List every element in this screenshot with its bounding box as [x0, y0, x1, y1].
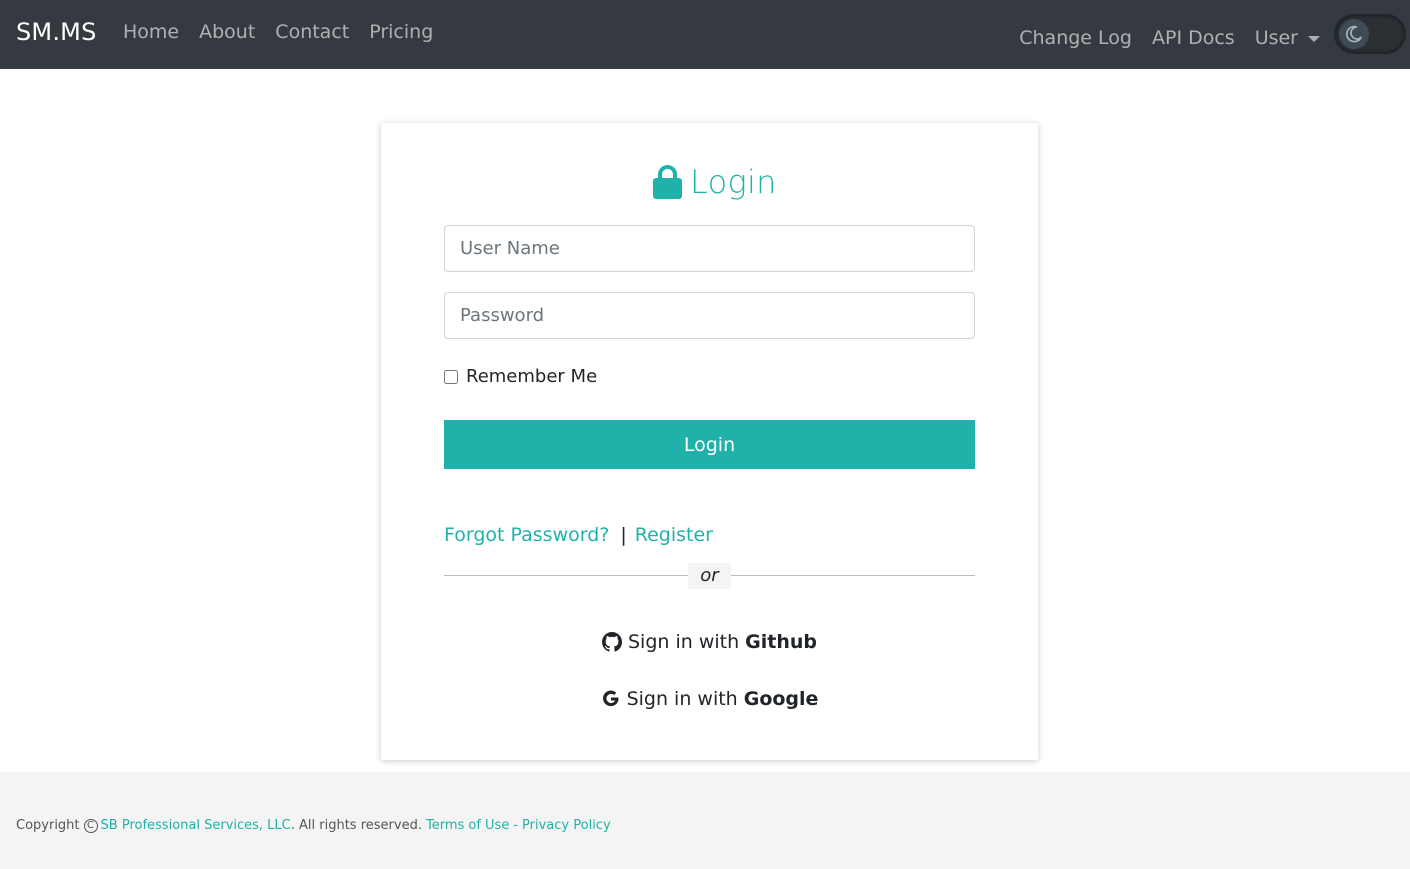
github-icon: [602, 632, 622, 652]
nav-api-docs-link[interactable]: API Docs: [1152, 27, 1235, 49]
nav-about-link[interactable]: About: [199, 21, 255, 43]
toggle-knob: [1339, 19, 1369, 49]
footer-copyright: Copyright C SB Professional Services, LL…: [16, 818, 611, 833]
theme-toggle-switch[interactable]: [1334, 14, 1406, 54]
google-icon: [602, 690, 619, 707]
footer-dash: -: [513, 818, 519, 833]
remember-me-label: Remember Me: [466, 366, 598, 387]
username-input[interactable]: [444, 225, 975, 272]
login-button[interactable]: Login: [444, 420, 975, 469]
user-dropdown-label: User: [1254, 26, 1298, 49]
nav-changelog-link[interactable]: Change Log: [1019, 27, 1132, 49]
nav-left-links: Home About Contact Pricing: [123, 21, 453, 43]
github-signin-button[interactable]: Sign in with Github: [381, 631, 1038, 653]
google-signin-prefix: Sign in with: [626, 688, 738, 710]
brand-logo[interactable]: SM.MS: [16, 18, 97, 46]
copyright-icon: C: [83, 818, 98, 833]
lock-icon: [653, 165, 682, 199]
terms-link[interactable]: Terms of Use: [426, 818, 509, 833]
link-separator: |: [620, 524, 627, 546]
caret-down-icon: [1308, 35, 1320, 42]
remember-me[interactable]: Remember Me: [444, 366, 597, 387]
privacy-link[interactable]: Privacy Policy: [522, 818, 611, 833]
user-dropdown-toggle[interactable]: User: [1255, 27, 1320, 49]
page-footer: Copyright C SB Professional Services, LL…: [0, 772, 1410, 869]
remember-me-checkbox[interactable]: [444, 369, 458, 384]
nav-pricing-link[interactable]: Pricing: [369, 21, 433, 43]
forgot-password-link[interactable]: Forgot Password?: [444, 524, 609, 546]
or-label: or: [688, 563, 731, 589]
moon-icon: [1345, 25, 1362, 43]
copyright-label: Copyright: [16, 818, 80, 833]
nav-home-link[interactable]: Home: [123, 21, 179, 43]
password-input[interactable]: [444, 292, 975, 339]
login-title-text: Login: [690, 163, 777, 201]
nav-right-links: Change Log API Docs User: [1019, 14, 1410, 54]
register-link[interactable]: Register: [635, 524, 713, 546]
account-links: Forgot Password? | Register: [444, 524, 713, 546]
nav-contact-link[interactable]: Contact: [275, 21, 349, 43]
google-signin-button[interactable]: Sign in with Google: [381, 688, 1038, 710]
github-signin-provider: Github: [745, 631, 817, 653]
github-signin-prefix: Sign in with: [628, 631, 740, 653]
login-card: Login Remember Me Login Forgot Password?…: [381, 123, 1038, 760]
top-navbar: SM.MS Home About Contact Pricing Change …: [0, 0, 1410, 69]
rights-text: . All rights reserved.: [290, 818, 422, 833]
login-title: Login: [653, 163, 777, 201]
google-signin-provider: Google: [743, 688, 819, 710]
company-link[interactable]: SB Professional Services, LLC: [101, 818, 291, 833]
